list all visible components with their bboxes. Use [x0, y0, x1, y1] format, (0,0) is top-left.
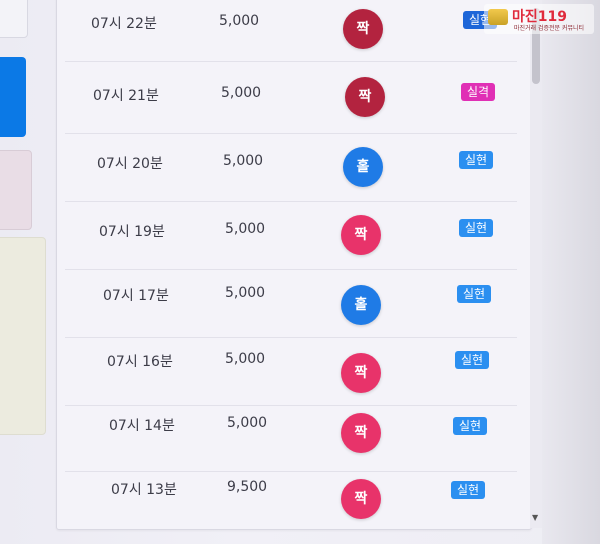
- left-panel-blue-card[interactable]: [0, 57, 26, 137]
- left-panel-card-top[interactable]: [0, 0, 28, 38]
- result-even-circle: 짝: [345, 77, 385, 117]
- row-time: 07시 16분: [107, 354, 173, 370]
- table-row[interactable]: 07시 17분 5,000 홀 실현: [65, 271, 517, 338]
- left-panel-beige-card[interactable]: [0, 237, 46, 435]
- status-badge: 실현: [451, 481, 486, 499]
- row-amount: 9,500: [227, 479, 268, 495]
- scroll-down-arrow-icon[interactable]: ▼: [532, 514, 538, 522]
- row-time: 07시 20분: [97, 156, 163, 172]
- site-watermark-logo: 마진119 마진거래 검증전문 커뮤니티: [484, 4, 594, 34]
- table-row[interactable]: 07시 22분 5,000 짝 실현: [65, 0, 517, 62]
- table-row[interactable]: 07시 16분 5,000 짝 실현: [65, 339, 517, 406]
- result-even-circle: 짝: [341, 353, 381, 393]
- table-row[interactable]: 07시 13분 9,500 짝 실현: [65, 471, 517, 529]
- result-even-circle: 짝: [341, 479, 381, 519]
- status-badge: 실현: [459, 151, 494, 169]
- betting-history-table: 07시 22분 5,000 짝 실현 07시 21분 5,000 짝 실격 07…: [56, 0, 532, 530]
- status-badge: 실격: [461, 83, 496, 101]
- table-row[interactable]: 07시 20분 5,000 홀 실현: [65, 135, 517, 202]
- table-row[interactable]: 07시 19분 5,000 짝 실현: [65, 203, 517, 270]
- status-badge: 실현: [459, 219, 494, 237]
- status-badge: 실현: [453, 417, 488, 435]
- table-row[interactable]: 07시 14분 5,000 짝 실현: [65, 405, 517, 472]
- row-time: 07시 13분: [111, 482, 177, 498]
- left-panel-pink-card[interactable]: [0, 150, 32, 230]
- status-badge: 실현: [457, 285, 492, 303]
- row-time: 07시 21분: [93, 88, 159, 104]
- status-badge: 실현: [455, 351, 490, 369]
- row-amount: 5,000: [219, 13, 260, 29]
- result-even-circle: 짝: [341, 413, 381, 453]
- row-amount: 5,000: [225, 221, 266, 237]
- screen-bezel: [542, 0, 600, 544]
- row-amount: 5,000: [225, 285, 266, 301]
- table-row[interactable]: 07시 21분 5,000 짝 실격: [65, 67, 517, 134]
- row-amount: 5,000: [225, 351, 266, 367]
- result-even-circle: 짝: [341, 215, 381, 255]
- row-time: 07시 19분: [99, 224, 165, 240]
- row-amount: 5,000: [223, 153, 264, 169]
- result-even-circle: 짝: [343, 9, 383, 49]
- emblem-icon: [488, 9, 508, 25]
- row-amount: 5,000: [221, 85, 262, 101]
- result-odd-circle: 홀: [343, 147, 383, 187]
- row-time: 07시 22분: [91, 16, 157, 32]
- row-time: 07시 17분: [103, 288, 169, 304]
- screen: 07시 22분 5,000 짝 실현 07시 21분 5,000 짝 실격 07…: [0, 0, 600, 544]
- table-scrollbar[interactable]: ▼: [530, 0, 542, 528]
- watermark-subtitle: 마진거래 검증전문 커뮤니티: [514, 25, 585, 32]
- row-amount: 5,000: [227, 415, 268, 431]
- result-odd-circle: 홀: [341, 285, 381, 325]
- row-time: 07시 14분: [109, 418, 175, 434]
